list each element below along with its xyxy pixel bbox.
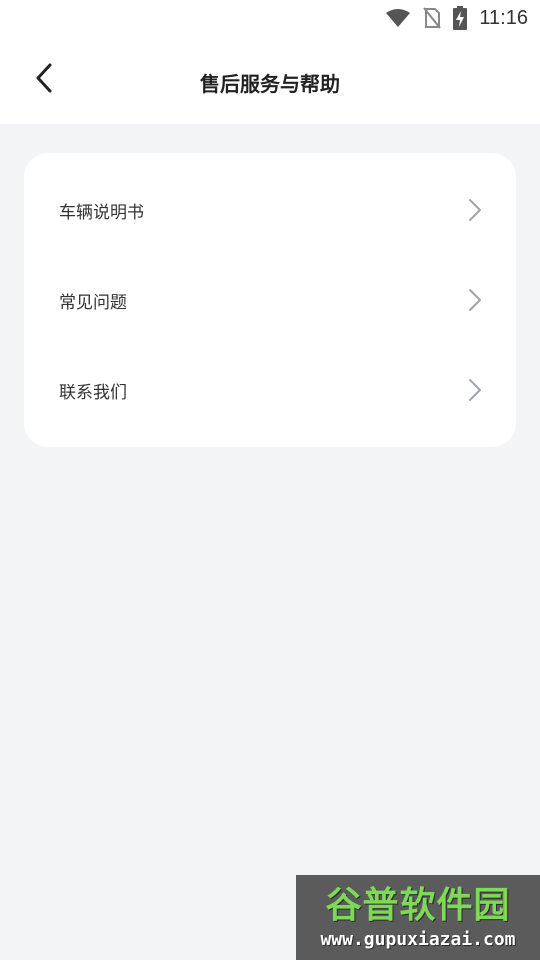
battery-charging-icon [453, 6, 468, 30]
chevron-right-icon [468, 378, 482, 402]
header: 售后服务与帮助 [0, 36, 540, 124]
menu-item-label: 车辆说明书 [59, 202, 144, 223]
no-sim-icon [423, 7, 442, 29]
chevron-right-icon [468, 288, 482, 312]
watermark-logo: 谷普软件园 [325, 884, 511, 926]
wifi-icon [385, 8, 411, 28]
page-title: 售后服务与帮助 [200, 72, 340, 96]
menu-item-label: 常见问题 [59, 292, 127, 313]
menu-item-label: 联系我们 [59, 382, 127, 403]
chevron-right-icon [468, 198, 482, 222]
status-bar: 11:16 [0, 0, 540, 36]
menu-item-faq[interactable]: 常见问题 [24, 255, 516, 345]
menu-item-contact-us[interactable]: 联系我们 [24, 345, 516, 435]
watermark-url: www.gupuxiazai.com [320, 928, 516, 950]
watermark: 谷普软件园 www.gupuxiazai.com [296, 875, 540, 960]
menu-card: 车辆说明书 常见问题 联系我们 [24, 153, 516, 447]
status-time: 11:16 [479, 6, 528, 29]
menu-item-vehicle-manual[interactable]: 车辆说明书 [24, 165, 516, 255]
